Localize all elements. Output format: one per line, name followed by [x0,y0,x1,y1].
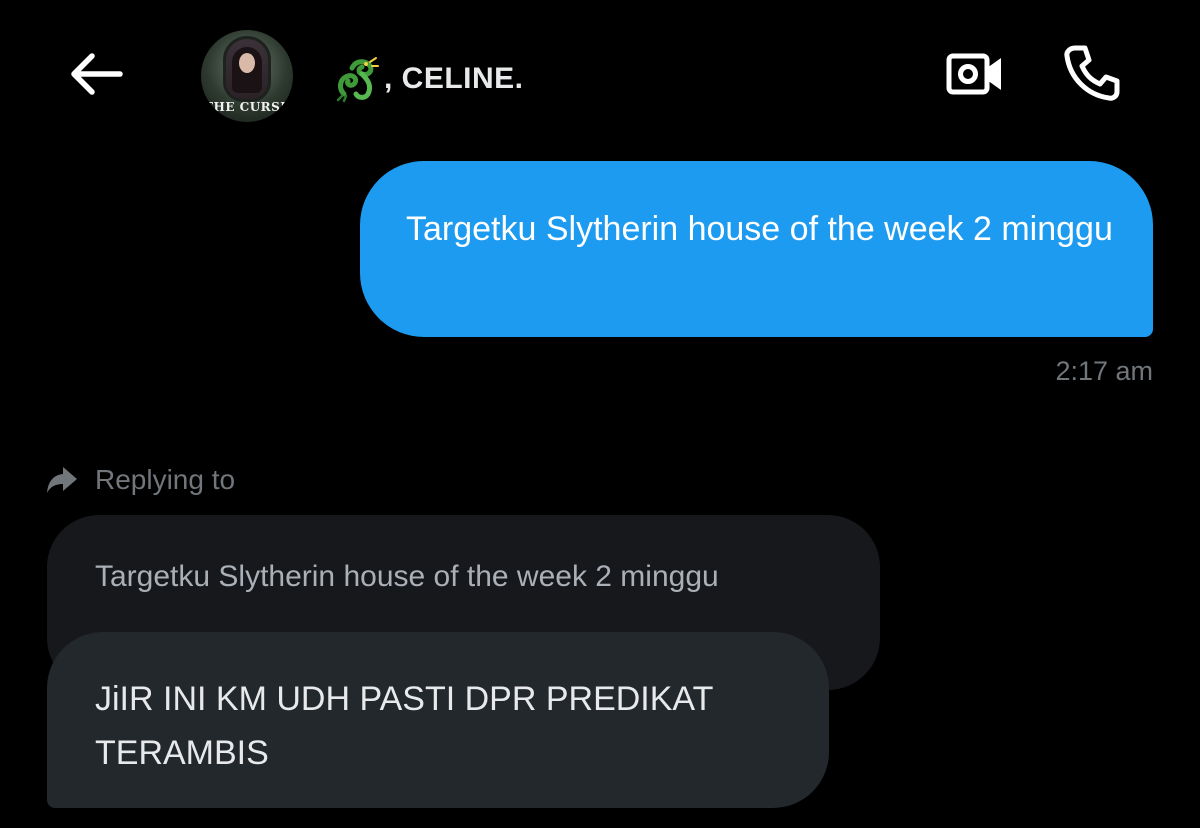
quoted-message-text: Targetku Slytherin house of the week 2 m… [95,560,719,593]
avatar[interactable]: THE CURSE [201,30,293,122]
reply-arrow-icon [45,463,79,497]
conversation-header: THE CURSE , CELINE. [0,0,1200,150]
avatar-face [239,53,255,73]
message-timestamp: 2:17 am [1055,356,1153,386]
video-call-button[interactable] [940,48,1010,104]
phone-icon [1061,42,1123,109]
avatar-frame [223,36,271,102]
video-camera-icon [943,48,1007,105]
received-message-bubble[interactable]: JiIR INI KM UDH PASTI DPR PREDIKAT TERAM… [47,632,829,808]
arrow-left-icon [66,50,124,103]
avatar-caption: THE CURSE [204,100,290,114]
dragon-emoji-icon [332,54,382,104]
voice-call-button[interactable] [1056,42,1128,108]
received-message-text: JiIR INI KM UDH PASTI DPR PREDIKAT TERAM… [95,680,713,772]
contact-name-text: , CELINE. [384,62,524,95]
replying-to-label: Replying to [45,460,235,500]
sent-message-bubble[interactable]: Targetku Slytherin house of the week 2 m… [360,161,1153,337]
contact-name[interactable]: , CELINE. [332,54,524,104]
replying-to-text: Replying to [95,464,236,495]
sent-message-text: Targetku Slytherin house of the week 2 m… [406,210,1113,248]
back-button[interactable] [62,48,128,104]
